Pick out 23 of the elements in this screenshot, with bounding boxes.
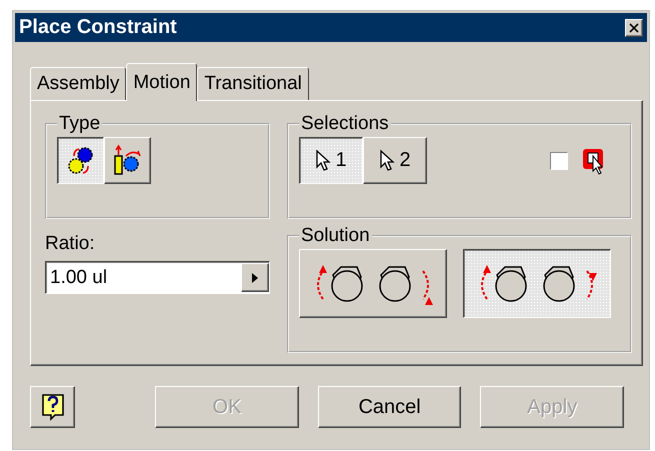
cursor-icon bbox=[315, 148, 332, 172]
selection-button[interactable]: 2 bbox=[363, 137, 427, 184]
window-title: Place Constraint bbox=[19, 16, 177, 39]
close-button[interactable] bbox=[625, 18, 643, 36]
arrow-button[interactable] bbox=[241, 263, 269, 292]
help-button[interactable] bbox=[30, 386, 76, 428]
tab[interactable]: Transitional bbox=[197, 67, 309, 100]
ratio-label: Ratio: bbox=[45, 233, 96, 255]
group-title: Type bbox=[58, 113, 102, 135]
close-icon bbox=[629, 22, 639, 32]
checkbox[interactable] bbox=[550, 152, 568, 170]
help-icon bbox=[40, 393, 65, 421]
group-title: Solution bbox=[300, 225, 371, 247]
type-button[interactable] bbox=[57, 137, 104, 184]
dialog-button[interactable]: Cancel bbox=[318, 386, 462, 428]
solution-button[interactable] bbox=[463, 249, 611, 318]
ratio-field[interactable]: 1.00 ul bbox=[45, 261, 270, 294]
selection-button[interactable]: 1 bbox=[299, 137, 363, 184]
tab[interactable]: Motion bbox=[126, 63, 198, 101]
play-arrow-icon bbox=[251, 272, 259, 284]
cursor-icon bbox=[379, 148, 396, 172]
tab[interactable]: Assembly bbox=[30, 67, 126, 100]
group-title: Selections bbox=[300, 113, 390, 135]
